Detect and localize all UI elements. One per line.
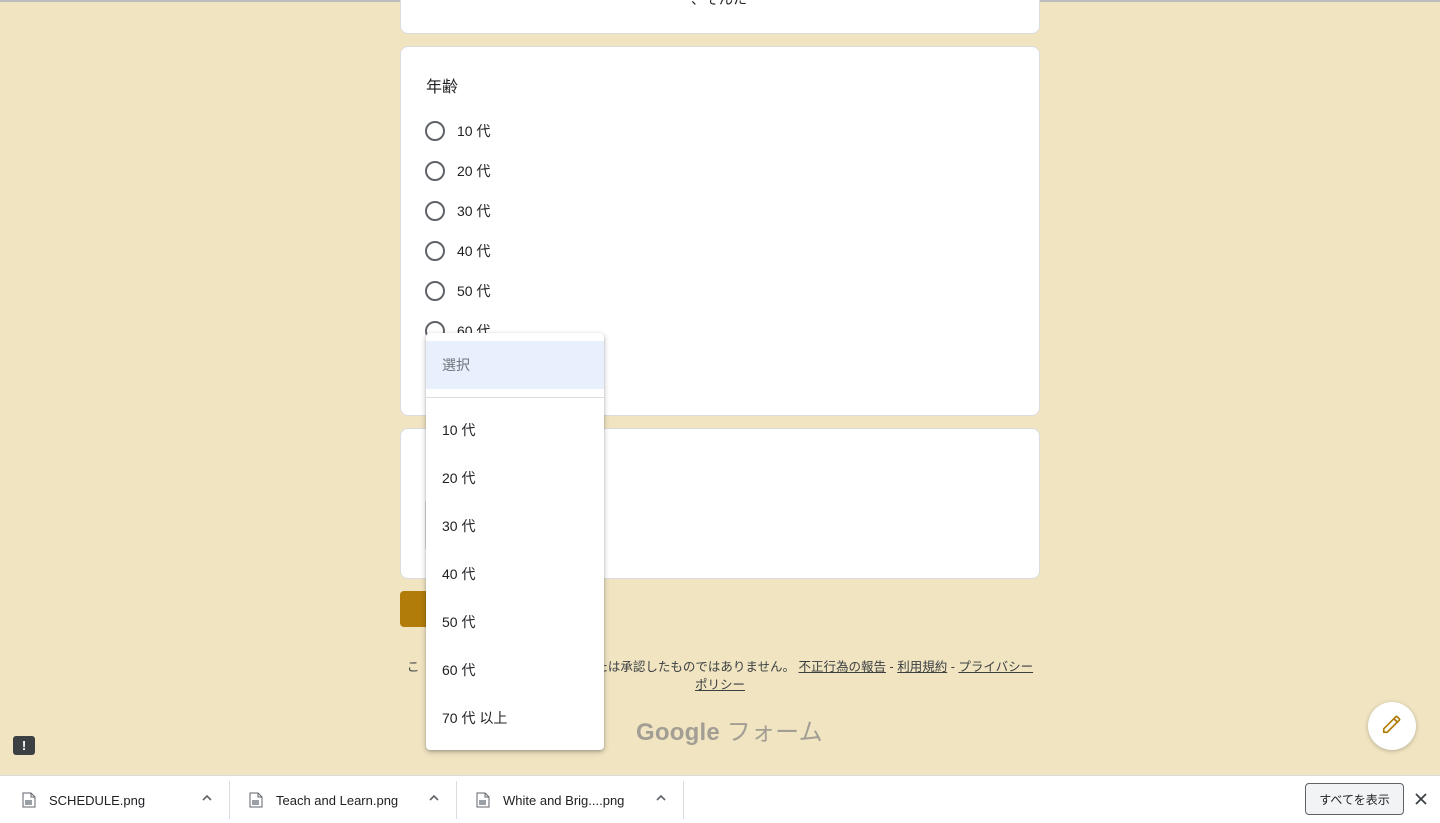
edit-response-button[interactable] — [1368, 702, 1416, 750]
dropdown-option[interactable]: 50 代 — [426, 598, 604, 646]
download-filename: White and Brig....png — [503, 793, 625, 808]
age-dropdown-menu[interactable]: 選択 10 代 20 代 30 代 40 代 50 代 60 代 70 代 以上 — [426, 333, 604, 750]
radio-unchecked-icon[interactable] — [425, 241, 445, 261]
report-abuse-link[interactable]: 不正行為の報告 — [799, 660, 887, 674]
radio-unchecked-icon[interactable] — [425, 121, 445, 141]
chevron-up-icon[interactable] — [654, 791, 668, 810]
footer-separator: - — [889, 660, 894, 674]
dropdown-option[interactable]: 70 代 以上 — [426, 694, 604, 742]
dropdown-divider — [426, 397, 604, 398]
previous-question-card: 、そんた — [400, 0, 1040, 34]
option-label: 30 代 — [457, 203, 491, 219]
dropdown-option[interactable]: 60 代 — [426, 646, 604, 694]
image-file-icon — [476, 792, 490, 813]
age-option-10s[interactable]: 10 代 — [425, 120, 490, 142]
footer-prefix: こ — [406, 660, 420, 674]
image-file-icon — [249, 792, 263, 813]
age-option-50s[interactable]: 50 代 — [425, 280, 490, 302]
previous-card-partial-text: 、そんた — [691, 0, 747, 9]
dropdown-placeholder-option[interactable]: 選択 — [426, 341, 604, 389]
option-label: 20 代 — [457, 163, 491, 179]
download-item[interactable]: White and Brig....png — [454, 776, 682, 823]
age-option-30s[interactable]: 30 代 — [425, 200, 490, 222]
google-wordmark: Google — [636, 719, 720, 746]
download-shelf: SCHEDULE.png Teach and Learn.png White a… — [0, 775, 1440, 823]
report-icon[interactable]: ! — [13, 736, 35, 755]
form-page: 、そんた 年齢 10 代 20 代 30 代 40 代 50 代 60 代 — [0, 0, 1440, 775]
terms-link[interactable]: 利用規約 — [897, 660, 947, 674]
image-file-icon — [22, 792, 36, 813]
download-item[interactable]: Teach and Learn.png — [227, 776, 455, 823]
option-label: 10 代 — [457, 123, 491, 139]
dropdown-option[interactable]: 10 代 — [426, 406, 604, 454]
question-title: 年齢 — [426, 79, 459, 96]
download-item[interactable]: SCHEDULE.png — [0, 776, 228, 823]
chevron-up-icon[interactable] — [427, 791, 441, 810]
download-separator — [683, 781, 684, 819]
radio-unchecked-icon[interactable] — [425, 281, 445, 301]
show-all-downloads-button[interactable]: すべてを表示 — [1305, 783, 1404, 815]
age-option-40s[interactable]: 40 代 — [425, 240, 490, 262]
footer-separator: - — [950, 660, 955, 674]
radio-unchecked-icon[interactable] — [425, 201, 445, 221]
dropdown-option[interactable]: 30 代 — [426, 502, 604, 550]
close-icon[interactable] — [1413, 791, 1429, 812]
dropdown-option[interactable]: 20 代 — [426, 454, 604, 502]
option-label: 40 代 — [457, 243, 491, 259]
option-label: 50 代 — [457, 283, 491, 299]
download-filename: SCHEDULE.png — [49, 793, 146, 808]
age-option-20s[interactable]: 20 代 — [425, 160, 490, 182]
chevron-up-icon[interactable] — [200, 791, 214, 810]
dropdown-option[interactable]: 40 代 — [426, 550, 604, 598]
pencil-icon — [1381, 713, 1403, 740]
download-filename: Teach and Learn.png — [276, 793, 399, 808]
radio-unchecked-icon[interactable] — [425, 161, 445, 181]
google-forms-logo[interactable]: Google フォーム — [636, 712, 823, 747]
footer-text: たは承認したものではありません。 — [595, 660, 796, 674]
forms-wordmark: フォーム — [726, 719, 823, 746]
